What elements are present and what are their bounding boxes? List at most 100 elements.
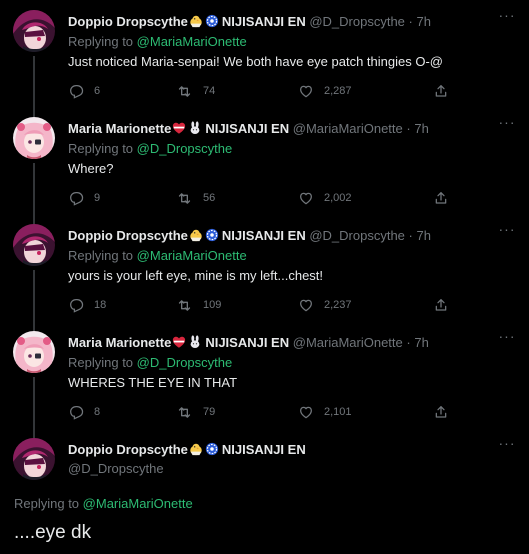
like-button[interactable]: 2,101	[298, 403, 352, 421]
share-button[interactable]	[433, 189, 459, 207]
retweet-icon	[176, 190, 193, 207]
handle[interactable]: @MariaMariOnette	[293, 335, 403, 350]
retweet-count: 79	[203, 406, 216, 418]
avatar[interactable]	[13, 438, 55, 480]
retweet-button[interactable]: 79	[176, 403, 215, 421]
share-button[interactable]	[433, 403, 459, 421]
reply-count: 8	[94, 406, 101, 418]
heart-icon	[298, 83, 314, 99]
timestamp[interactable]: 7h	[417, 228, 431, 243]
tweet-text: Just noticed Maria-senpai! We both have …	[68, 54, 443, 69]
retweet-icon	[176, 297, 193, 314]
timestamp[interactable]: 7h	[417, 14, 431, 29]
retweet-button[interactable]: 74	[176, 82, 215, 100]
thread-connector	[33, 428, 35, 438]
heart-ribbon-emoji-icon	[172, 335, 186, 349]
tweet-actions: 6 74 2,287	[68, 82, 458, 100]
rabbit-emoji-icon	[188, 121, 202, 135]
handle[interactable]: @D_Dropscythe	[309, 228, 405, 243]
avatar[interactable]	[13, 224, 55, 266]
separator-dot: ·	[406, 335, 411, 350]
more-options-icon[interactable]: ···	[497, 115, 517, 133]
avatar[interactable]	[13, 117, 55, 159]
retweet-icon	[176, 404, 193, 421]
replying-to: Replying to @MariaMariOnette	[68, 248, 247, 264]
like-button[interactable]: 2,287	[298, 82, 352, 100]
tweet-actions: 18 109 2,237	[68, 296, 458, 314]
display-name[interactable]: Doppio Dropscythe	[68, 442, 188, 457]
replying-to: Replying to @D_Dropscythe	[68, 355, 232, 371]
reply-button[interactable]: 18	[68, 296, 106, 314]
heart-ribbon-emoji-icon	[172, 121, 186, 135]
share-icon	[433, 83, 449, 99]
handle[interactable]: @D_Dropscythe	[68, 461, 164, 477]
mention-link[interactable]: @D_Dropscythe	[137, 355, 233, 370]
reply-button[interactable]: 9	[68, 189, 100, 207]
display-name[interactable]: Maria Marionette	[68, 121, 171, 136]
tweet-text: Where?	[68, 161, 114, 176]
separator-dot: ·	[406, 121, 411, 136]
nijisanji-logo-icon	[205, 442, 219, 456]
display-name[interactable]: Doppio Dropscythe	[68, 228, 188, 243]
reply-count: 18	[94, 299, 107, 311]
tweet-header: Maria Marionette NIJISANJI EN @MariaMariO…	[68, 335, 489, 351]
tweet-card[interactable]: Doppio Dropscythe NIJISANJI EN @D_Dropscy…	[0, 0, 529, 107]
timestamp[interactable]: 7h	[414, 335, 428, 350]
tweet-actions: 8 79 2,101	[68, 403, 458, 421]
more-options-icon[interactable]: ···	[497, 8, 517, 26]
display-name[interactable]: Doppio Dropscythe	[68, 14, 188, 29]
handle[interactable]: @D_Dropscythe	[309, 14, 405, 29]
more-options-icon[interactable]: ···	[497, 329, 517, 347]
reply-button[interactable]: 6	[68, 82, 100, 100]
heart-icon	[298, 190, 314, 206]
tweet-header: Doppio Dropscythe NIJISANJI EN	[68, 442, 306, 458]
chick-emoji-icon	[189, 442, 203, 456]
replying-label: Replying to	[68, 248, 134, 263]
org-label: NIJISANJI EN	[205, 335, 290, 350]
share-icon	[433, 190, 449, 206]
tweet-card[interactable]: Maria Marionette NIJISANJI EN @MariaMariO…	[0, 321, 529, 432]
separator-dot: ·	[408, 14, 413, 29]
tweet-text: WHERES THE EYE IN THAT	[68, 375, 238, 390]
tweet-text: yours is your left eye, mine is my left.…	[68, 268, 324, 283]
retweet-icon	[176, 83, 193, 100]
like-button[interactable]: 2,237	[298, 296, 352, 314]
thread-connector	[33, 377, 35, 432]
thread-connector	[33, 214, 35, 224]
tweet-thread: Doppio Dropscythe NIJISANJI EN @D_Dropscy…	[0, 0, 529, 554]
heart-icon	[298, 297, 314, 313]
mention-link[interactable]: @D_Dropscythe	[137, 141, 233, 156]
share-button[interactable]	[433, 296, 459, 314]
thread-connector	[33, 107, 35, 117]
like-button[interactable]: 2,002	[298, 189, 352, 207]
reply-button[interactable]: 8	[68, 403, 100, 421]
nijisanji-logo-icon	[205, 14, 219, 28]
chick-emoji-icon	[189, 228, 203, 242]
timestamp[interactable]: 7h	[414, 121, 428, 136]
avatar[interactable]	[13, 10, 55, 52]
retweet-button[interactable]: 109	[176, 296, 221, 314]
more-options-icon[interactable]: ···	[497, 436, 517, 454]
share-icon	[433, 297, 449, 313]
tweet-card[interactable]: Maria Marionette NIJISANJI EN @MariaMariO…	[0, 107, 529, 214]
focused-tweet[interactable]: Doppio Dropscythe NIJISANJI EN @D_Dropscy…	[0, 428, 529, 554]
mention-link[interactable]: @MariaMariOnette	[83, 496, 193, 511]
tweet-header: Maria Marionette NIJISANJI EN @MariaMariO…	[68, 121, 489, 137]
display-name[interactable]: Maria Marionette	[68, 335, 171, 350]
share-button[interactable]	[433, 82, 459, 100]
reply-count: 9	[94, 192, 101, 204]
mention-link[interactable]: @MariaMariOnette	[137, 248, 247, 263]
handle[interactable]: @MariaMariOnette	[293, 121, 403, 136]
reply-count: 6	[94, 85, 101, 97]
tweet-card[interactable]: Doppio Dropscythe NIJISANJI EN @D_Dropscy…	[0, 214, 529, 321]
chick-emoji-icon	[189, 14, 203, 28]
thread-connector	[33, 56, 35, 107]
replying-label: Replying to	[68, 141, 134, 156]
mention-link[interactable]: @MariaMariOnette	[137, 34, 247, 49]
retweet-button[interactable]: 56	[176, 189, 215, 207]
heart-icon	[298, 404, 314, 420]
org-label: NIJISANJI EN	[221, 228, 306, 243]
retweet-count: 74	[203, 85, 216, 97]
more-options-icon[interactable]: ···	[497, 222, 517, 240]
avatar[interactable]	[13, 331, 55, 373]
